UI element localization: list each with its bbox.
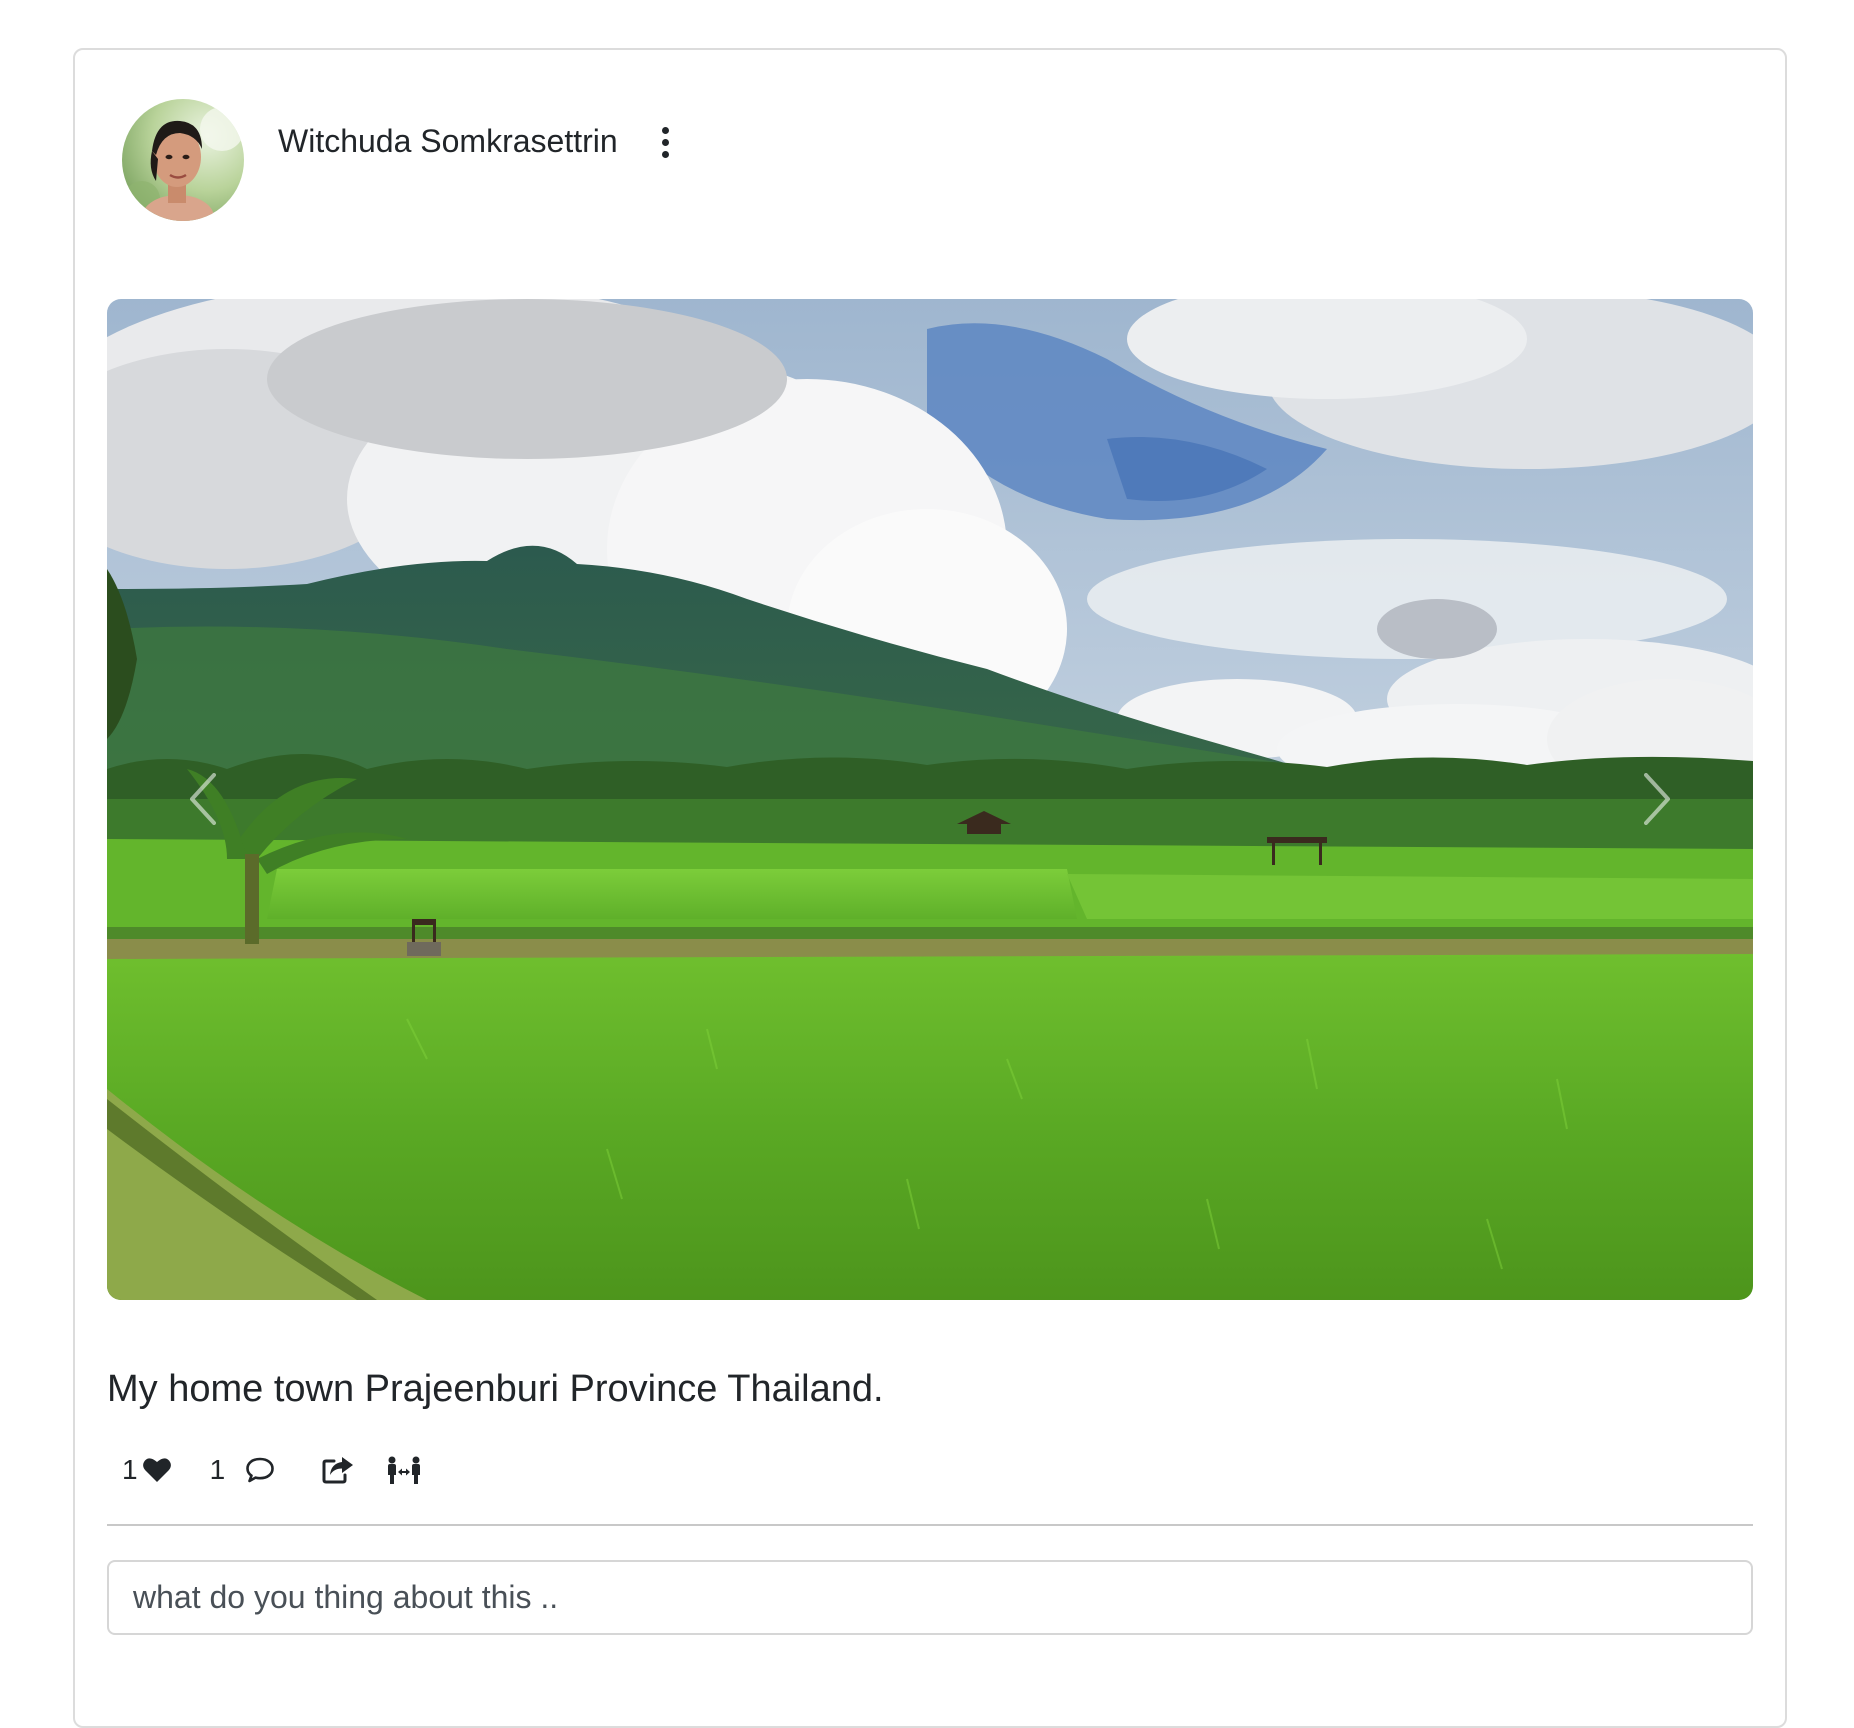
post-actions: 1 1 <box>122 1450 421 1490</box>
post-card: Witchuda Somkrasettrin My home town Praj… <box>73 48 1787 1728</box>
heart-icon <box>142 1458 171 1482</box>
like-count: 1 <box>122 1454 138 1485</box>
dot <box>662 126 670 134</box>
landscape-photo <box>107 299 1753 1300</box>
share-button[interactable] <box>321 1455 355 1485</box>
carousel-next-button[interactable] <box>1627 749 1687 849</box>
chevron-right-icon <box>1644 773 1670 825</box>
comment-button[interactable]: 1 <box>210 1454 276 1486</box>
avatar-photo <box>122 99 244 221</box>
dot <box>662 150 670 158</box>
people-arrows-icon <box>388 1456 421 1484</box>
author-name[interactable]: Witchuda Somkrasettrin <box>278 121 618 161</box>
post-caption: My home town Prajeenburi Province Thaila… <box>107 1368 884 1410</box>
avatar[interactable] <box>122 99 244 221</box>
chevron-left-icon <box>190 773 216 825</box>
dot <box>662 138 670 146</box>
more-options-icon[interactable] <box>654 125 678 159</box>
comment-count: 1 <box>209 1454 226 1485</box>
comment-input[interactable] <box>107 1560 1753 1635</box>
divider <box>107 1524 1753 1526</box>
people-arrows-button[interactable] <box>387 1455 421 1485</box>
like-button[interactable]: 1 <box>122 1454 172 1486</box>
post-header: Witchuda Somkrasettrin <box>122 99 678 221</box>
carousel-prev-button[interactable] <box>173 749 233 849</box>
share-icon <box>322 1457 354 1484</box>
speech-bubble-icon <box>246 1457 274 1483</box>
image-carousel[interactable] <box>107 299 1753 1300</box>
